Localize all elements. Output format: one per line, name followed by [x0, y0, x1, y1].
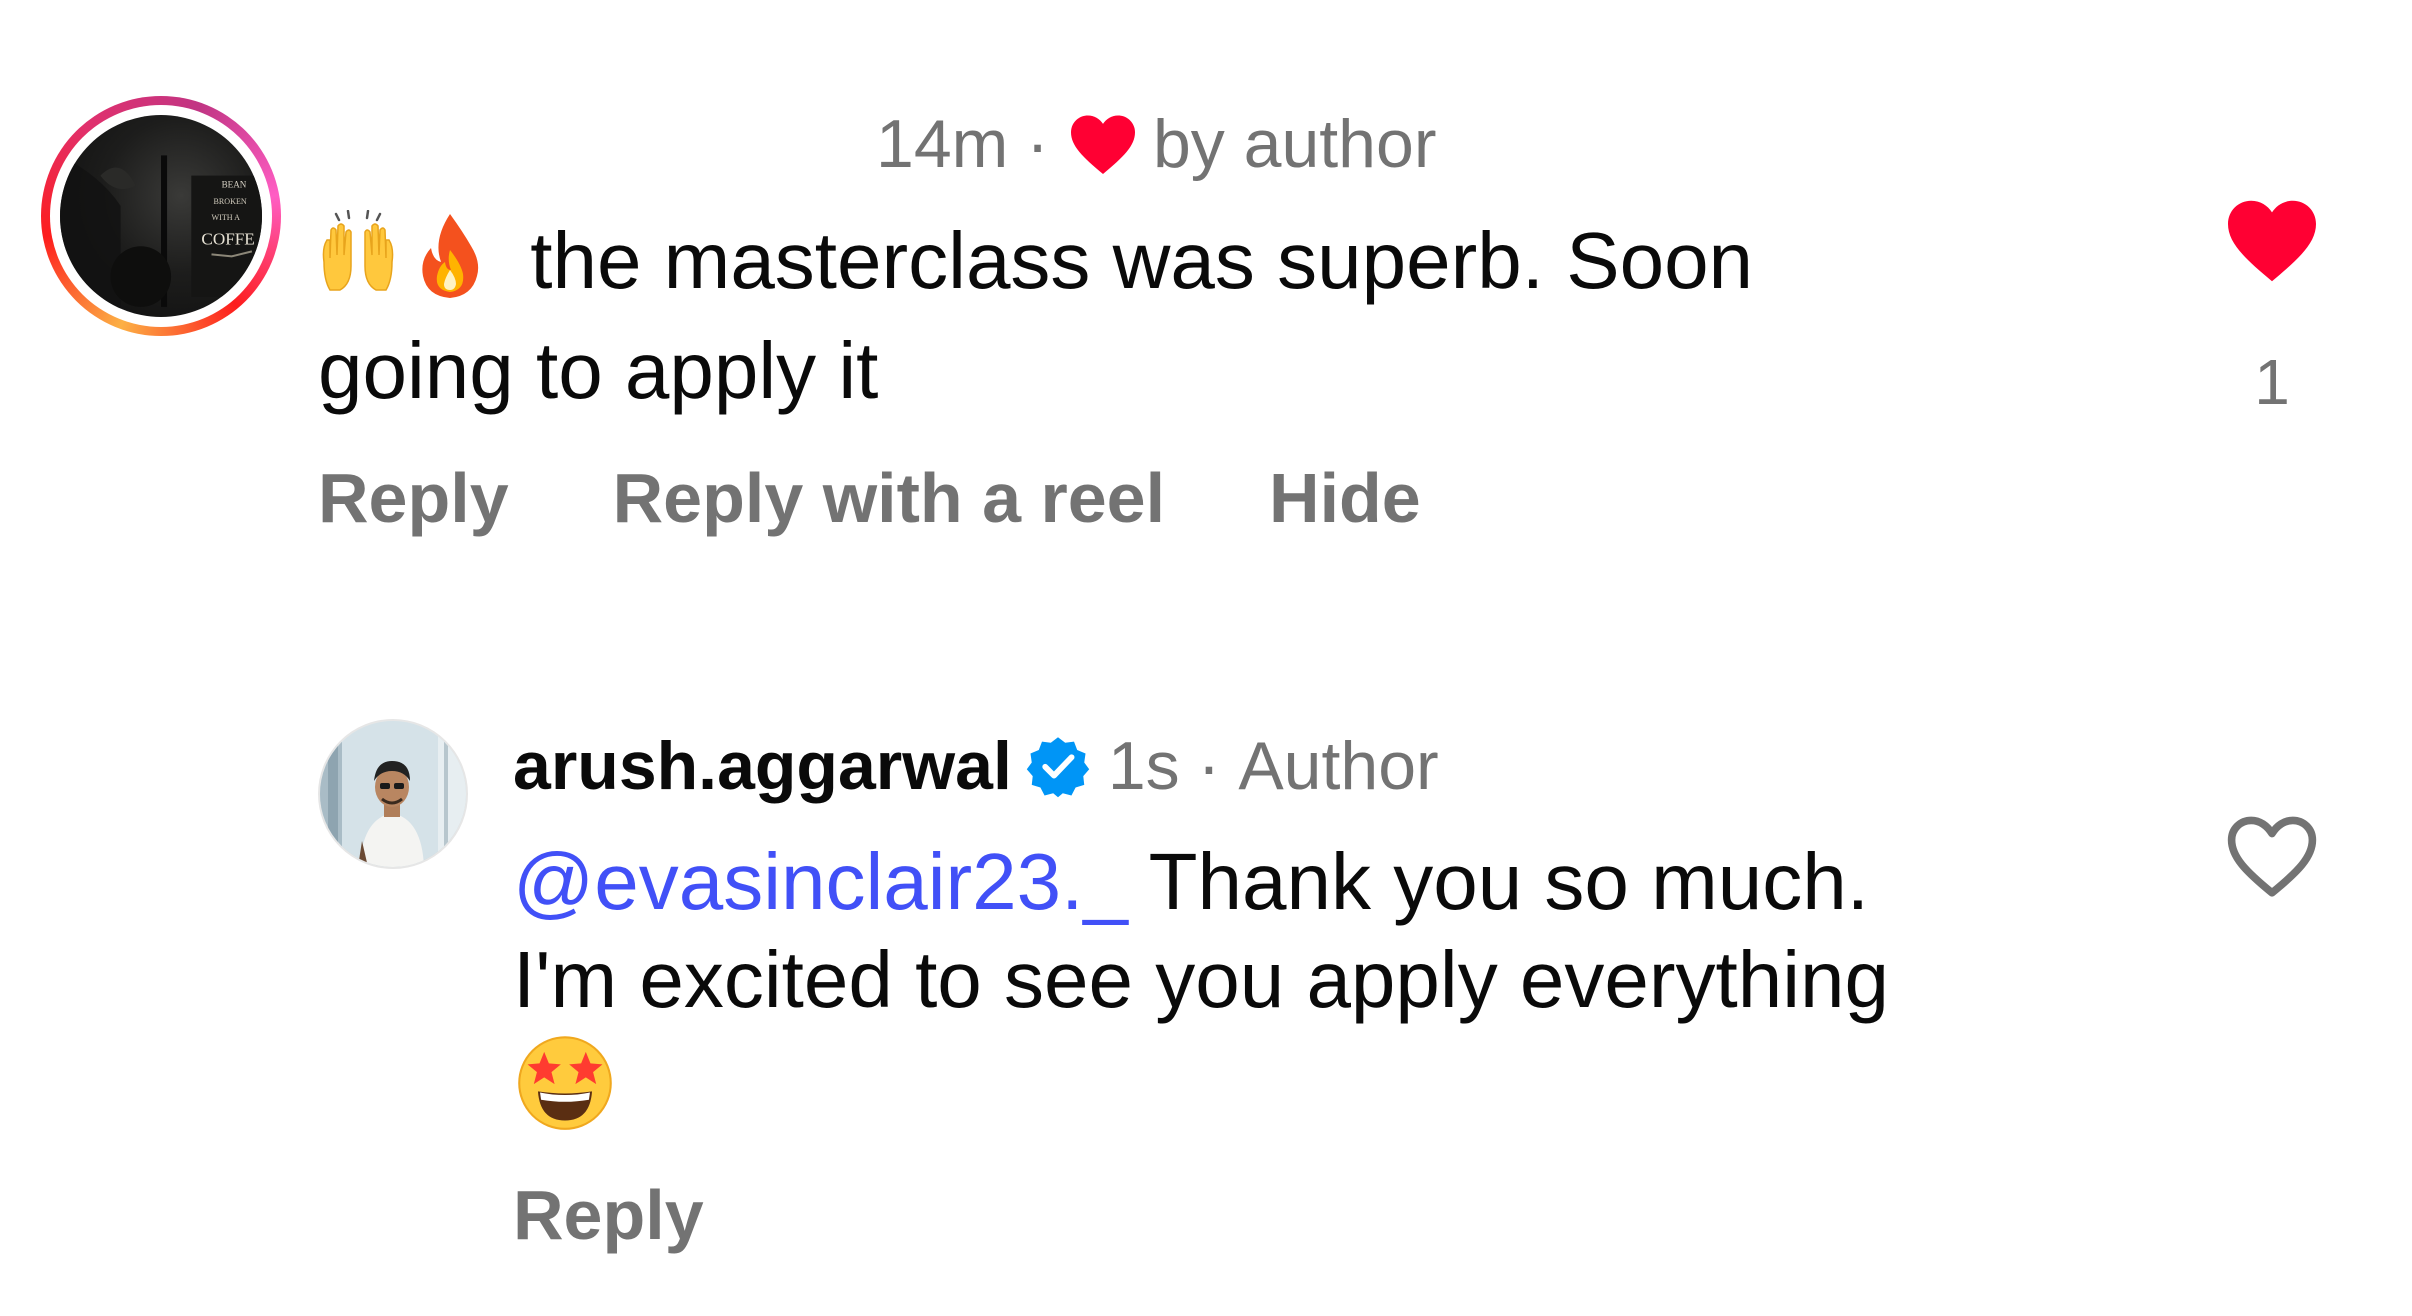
liked-by-author-label: by author [1152, 106, 1437, 182]
commenter-avatar[interactable]: BEAN BROKEN WITH A COFFE [60, 115, 262, 317]
svg-text:BEAN: BEAN [222, 180, 247, 190]
reply-text: @evasinclair23._ Thank you so much. I'm … [513, 833, 2213, 1155]
comment-meta: 14m · by author [876, 105, 1436, 183]
author-label: Author [1238, 728, 1439, 804]
reply-author-avatar[interactable] [318, 719, 468, 869]
hide-button[interactable]: Hide [1269, 458, 1421, 538]
author-photo [320, 721, 466, 867]
raising-hands-icon [322, 209, 394, 291]
reply-button[interactable]: Reply [318, 458, 509, 538]
commenter-avatar-story-ring[interactable]: BEAN BROKEN WITH A COFFE [41, 96, 281, 336]
comment-text-line1: the masterclass was superb. Soon [530, 216, 1754, 305]
heart-outline-icon[interactable] [2222, 812, 2322, 900]
mention-link[interactable]: @evasinclair23._ [513, 837, 1128, 926]
comment-time: 14m [876, 106, 1009, 182]
reply-username[interactable]: arush.aggarwal [513, 727, 1012, 805]
avatar-ring-gap: BEAN BROKEN WITH A COFFE [50, 105, 272, 327]
reply-with-reel-button[interactable]: Reply with a reel [613, 458, 1165, 538]
comment-text-line2: going to apply it [318, 326, 879, 415]
raising-hands-emoji [318, 209, 398, 322]
reply-text-line2: I'm excited to see you apply everything [513, 935, 1890, 1024]
meta-separator: · [1026, 106, 1049, 182]
comment-actions: Reply Reply with a reel Hide [318, 458, 1525, 538]
like-count[interactable]: 1 [2222, 345, 2322, 419]
star-struck-icon [518, 1036, 612, 1130]
reply-time: 1s [1107, 728, 1180, 804]
liked-by-author-heart-icon [1070, 115, 1135, 174]
reply-text-line1: Thank you so much. [1127, 837, 1869, 926]
reply-reply-button[interactable]: Reply [513, 1175, 704, 1255]
meta-separator: · [1197, 728, 1221, 804]
svg-text:WITH A: WITH A [212, 213, 241, 222]
reply-meta: arush.aggarwal 1s · Author [513, 727, 1439, 805]
fire-icon [422, 214, 479, 298]
comments-thread: BEAN BROKEN WITH A COFFE 14m · by author [0, 0, 2412, 1316]
fire-emoji [412, 210, 488, 322]
heart-filled-icon[interactable] [2222, 196, 2322, 284]
comment-text: the masterclass was superb. Soon going t… [318, 209, 2018, 420]
coffee-sign-image: BEAN BROKEN WITH A COFFE [60, 155, 262, 317]
star-struck-emoji [513, 1029, 617, 1155]
svg-text:COFFE: COFFE [201, 229, 254, 248]
svg-text:BROKEN: BROKEN [214, 197, 247, 206]
verified-badge-icon [1026, 737, 1090, 798]
